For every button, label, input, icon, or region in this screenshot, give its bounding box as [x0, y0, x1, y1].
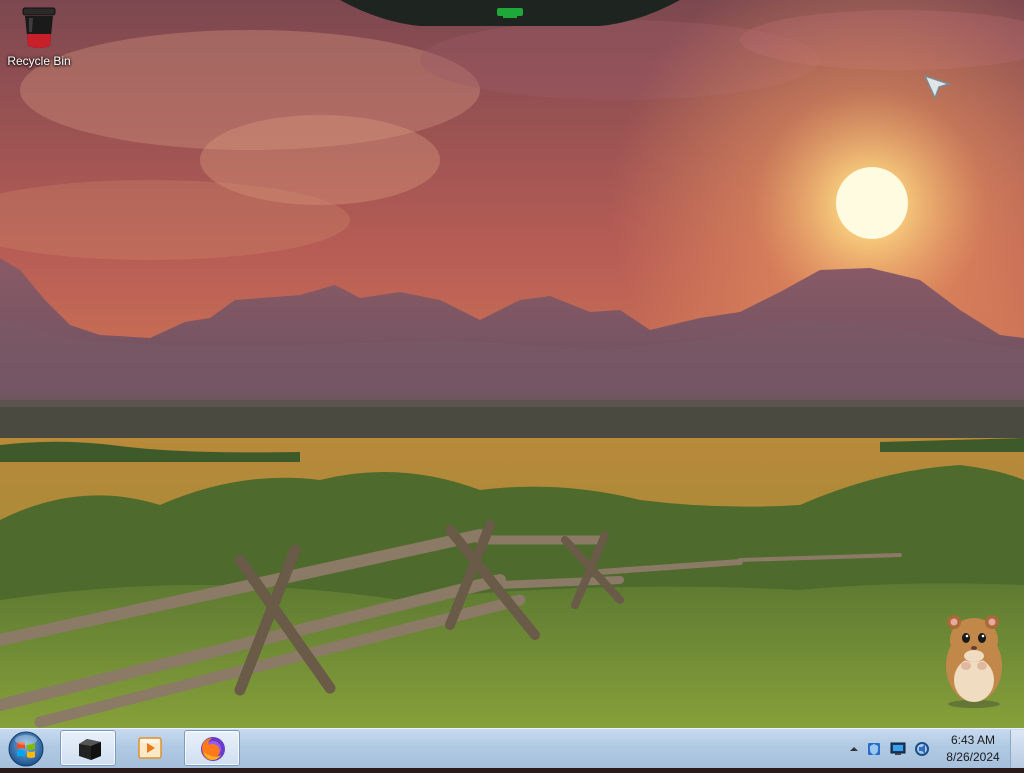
network-monitor-icon[interactable] [890, 741, 906, 757]
clock-time: 6:43 AM [950, 733, 996, 747]
taskbar-command-prompt-button[interactable] [60, 730, 116, 766]
start-button[interactable] [4, 730, 48, 768]
hamster-desktop-pet[interactable] [930, 600, 1014, 712]
clock-date: 8/26/2024 [946, 750, 1000, 764]
taskbar-firefox-button[interactable] [184, 730, 240, 766]
desktop-wallpaper [0, 0, 1024, 728]
show-desktop-button[interactable] [1010, 730, 1024, 768]
top-dock-gadget[interactable] [340, 0, 680, 30]
windows-logo-icon [8, 731, 44, 767]
taskbar-media-player-button[interactable] [122, 730, 178, 766]
taskbar-clock[interactable]: 6:43 AM 8/26/2024 [934, 732, 1012, 766]
media-player-icon [136, 735, 164, 761]
firefox-icon [199, 736, 227, 762]
security-shield-icon[interactable] [866, 741, 882, 757]
recycle-bin-label: Recycle Bin [7, 54, 71, 68]
mouse-pointer-icon [923, 72, 953, 102]
terminal-icon [75, 736, 103, 762]
speaker-icon[interactable] [914, 741, 930, 757]
taskbar: 6:43 AM 8/26/2024 [0, 728, 1024, 768]
recycle-bin-icon [19, 6, 59, 50]
show-hidden-icons-chevron-icon[interactable] [846, 741, 862, 757]
recycle-bin-shortcut[interactable]: Recycle Bin [4, 4, 74, 76]
